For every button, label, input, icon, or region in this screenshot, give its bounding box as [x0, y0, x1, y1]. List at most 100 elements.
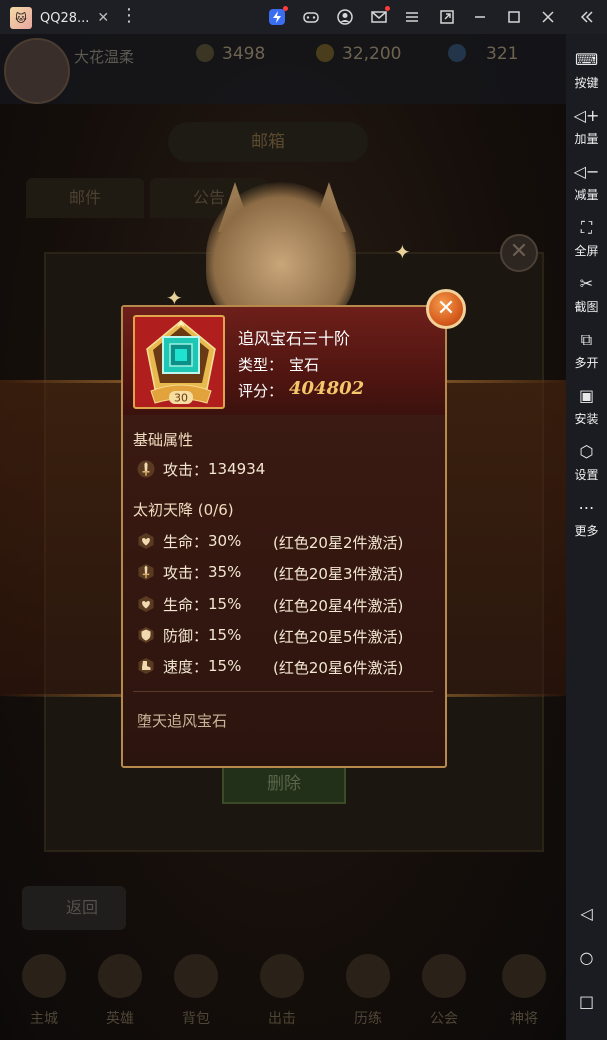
- item-level-text: 30: [174, 392, 188, 405]
- fullscreen-icon: ⛶: [580, 218, 593, 237]
- set-bonus-value: 30%: [208, 532, 242, 550]
- heart-icon: [138, 596, 154, 612]
- sidebar-item-label: 全屏: [574, 244, 599, 258]
- set-bonus-condition: (红色20星4件激活): [273, 597, 404, 615]
- bg-nav-item: 出击: [252, 954, 312, 1030]
- app-tab-title: QQ28...: [40, 10, 90, 26]
- maximize-icon[interactable]: [505, 8, 523, 26]
- sidebar-item-install[interactable]: ▣ 安装: [566, 386, 607, 427]
- tab-close-icon[interactable]: ✕: [97, 10, 109, 26]
- gamepad-icon[interactable]: [302, 8, 320, 26]
- item-detail-popup: 30 追风宝石三十阶 类型： 宝石 评分： 404802 基础属性 攻击： 13…: [121, 305, 447, 768]
- boot-icon: [138, 658, 154, 674]
- bg-nav-item: 背包: [166, 954, 226, 1030]
- heart-icon: [138, 533, 154, 549]
- item-score-label: 评分：: [238, 382, 284, 400]
- shield-icon: [138, 627, 154, 643]
- volume-down-icon: ◁−: [573, 162, 600, 181]
- item-type-value: 宝石: [289, 356, 320, 374]
- set-bonus-row: 速度： 15%: [137, 655, 241, 677]
- collapse-icon[interactable]: [578, 8, 596, 26]
- sidebar-item-label: 更多: [574, 524, 599, 538]
- android-home-icon[interactable]: ○: [566, 948, 607, 967]
- sidebar-item-more[interactable]: ⋯ 更多: [566, 498, 607, 539]
- mail-icon[interactable]: [370, 6, 390, 26]
- bg-delete-button: 删除: [222, 764, 346, 804]
- set-bonus-condition: (红色20星6件激活): [273, 659, 404, 677]
- base-attributes-title: 基础属性: [133, 431, 194, 449]
- android-back-icon[interactable]: ◁: [566, 904, 607, 923]
- sword-icon: [138, 564, 154, 580]
- item-score-value: 404802: [289, 378, 365, 399]
- set-bonus-value: 35%: [208, 563, 242, 581]
- app-tab[interactable]: 🐱 QQ28... ✕: [10, 4, 110, 32]
- window-close-icon[interactable]: [539, 8, 557, 26]
- set-bonus-row: 生命： 30%: [137, 530, 241, 552]
- sparkle-icon: ✦: [394, 240, 411, 264]
- set-bonus-label: 生命：: [163, 532, 209, 551]
- bg-mailbox-title: 邮箱: [168, 122, 368, 162]
- bg-tab-mail: 邮件: [26, 178, 144, 218]
- android-recent-icon[interactable]: □: [566, 992, 607, 1011]
- sword-icon: [137, 460, 155, 478]
- popup-body: 基础属性 攻击： 134934 太初天降 (0/6) 生命： 30% (红色20…: [123, 415, 445, 766]
- account-icon[interactable]: [336, 8, 354, 26]
- sidebar-item-label: 按键: [574, 76, 599, 90]
- volume-up-icon: ◁+: [573, 106, 600, 125]
- settings-icon: ⬡: [579, 442, 594, 461]
- set-bonus-label: 生命：: [163, 595, 209, 614]
- set-bonus-label: 攻击：: [163, 563, 209, 582]
- bg-gem-icon: [448, 44, 466, 62]
- popup-header: 30 追风宝石三十阶 类型： 宝石 评分： 404802: [123, 307, 445, 415]
- bg-nav-item: 历练: [338, 954, 398, 1030]
- popup-close-button[interactable]: ✕: [426, 289, 466, 329]
- popup-divider: [133, 691, 433, 692]
- bg-back-button: 返回: [22, 886, 126, 930]
- set-bonus-label: 防御：: [163, 626, 209, 645]
- sidebar-item-screenshot[interactable]: ✂ 截图: [566, 274, 607, 315]
- bg-close-icon: ✕: [500, 234, 538, 272]
- set-bonus-label: 速度：: [163, 657, 209, 676]
- bg-power-icon: [196, 44, 214, 62]
- sidebar-item-keymap[interactable]: ⌨ 按键: [566, 50, 607, 91]
- set-bonus-value: 15%: [208, 626, 242, 644]
- bg-stat-gem: 321: [486, 44, 519, 64]
- item-name: 追风宝石三十阶: [238, 329, 351, 348]
- bg-gold-icon: [316, 44, 334, 62]
- bg-player-name: 大花温柔: [74, 48, 135, 66]
- gem-icon: 30: [146, 320, 216, 405]
- bg-nav-item: 主城: [14, 954, 74, 1030]
- item-icon-frame: 30: [133, 315, 225, 409]
- bg-stat-gold: 32,200: [342, 44, 402, 64]
- sidebar-item-settings[interactable]: ⬡ 设置: [566, 442, 607, 483]
- gem-lore-text: 堕天追风宝石: [137, 712, 228, 730]
- item-type-label: 类型：: [238, 356, 284, 374]
- set-bonus-condition: (红色20星3件激活): [273, 565, 404, 583]
- base-attribute-row: 攻击： 134934: [137, 458, 265, 480]
- multi-instance-icon: ⧉: [580, 330, 593, 349]
- emulator-window: 🐱 QQ28... ✕ ⋮ 大花温柔 3498 32,200 321 邮箱 邮件…: [0, 0, 607, 1040]
- lightning-icon[interactable]: [268, 6, 288, 26]
- minimize-icon[interactable]: [471, 8, 489, 26]
- set-bonus-title: 太初天降 (0/6): [133, 501, 234, 519]
- sidebar-item-volume-up[interactable]: ◁+ 加量: [566, 106, 607, 147]
- sidebar-item-label: 截图: [574, 300, 599, 314]
- bg-nav-item: 公会: [414, 954, 474, 1030]
- title-bar: 🐱 QQ28... ✕ ⋮: [0, 0, 607, 34]
- sidebar-item-label: 减量: [574, 188, 599, 202]
- sidebar-item-multi-instance[interactable]: ⧉ 多开: [566, 330, 607, 371]
- keyboard-icon: ⌨: [574, 50, 599, 69]
- menu-icon[interactable]: [403, 8, 421, 26]
- sidebar-item-label: 加量: [574, 132, 599, 146]
- sidebar-item-fullscreen[interactable]: ⛶ 全屏: [566, 218, 607, 259]
- sidebar-item-label: 安装: [574, 412, 599, 426]
- bg-nav-item: 英雄: [90, 954, 150, 1030]
- base-attr-value: 134934: [208, 460, 266, 478]
- restore-icon[interactable]: [438, 8, 456, 26]
- apk-install-icon: ▣: [578, 386, 595, 405]
- set-bonus-value: 15%: [208, 657, 242, 675]
- bg-stat-power: 3498: [222, 44, 266, 64]
- sidebar-item-label: 多开: [574, 356, 599, 370]
- sidebar-item-volume-down[interactable]: ◁− 减量: [566, 162, 607, 203]
- kebab-menu-icon[interactable]: ⋮: [120, 7, 138, 25]
